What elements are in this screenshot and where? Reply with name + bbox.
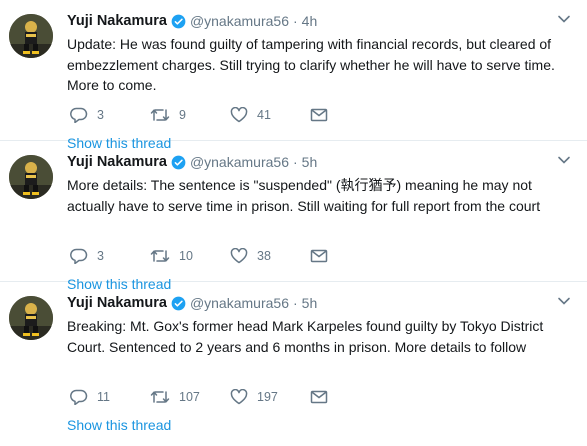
retweet-button[interactable]: 107 — [150, 389, 230, 405]
like-button[interactable]: 197 — [230, 389, 310, 405]
handle[interactable]: @ynakamura56 — [190, 13, 289, 29]
heart-icon — [230, 248, 248, 264]
tweet-actions: 11 107 197 — [70, 387, 340, 407]
reply-count: 11 — [97, 390, 110, 404]
timestamp[interactable]: 4h — [302, 13, 318, 29]
display-name[interactable]: Yuji Nakamura — [67, 13, 167, 29]
handle[interactable]: @ynakamura56 — [190, 295, 289, 311]
display-name[interactable]: Yuji Nakamura — [67, 295, 167, 311]
tweet-header: Yuji Nakamura @ynakamura56 · 5h — [67, 152, 317, 172]
message-button[interactable] — [310, 108, 340, 122]
verified-badge-icon — [171, 155, 186, 170]
envelope-icon — [310, 249, 328, 263]
verified-badge-icon — [171, 296, 186, 311]
reply-icon — [70, 107, 88, 123]
tweet-feed: Yuji Nakamura @ynakamura56 · 4h Update: … — [0, 0, 587, 446]
separator: · — [292, 154, 298, 170]
envelope-icon — [310, 390, 328, 404]
reply-button[interactable]: 11 — [70, 389, 150, 405]
timestamp[interactable]: 5h — [302, 154, 318, 170]
like-count: 197 — [257, 390, 278, 404]
tweet-actions: 3 10 38 — [70, 246, 340, 266]
tweet-header: Yuji Nakamura @ynakamura56 · 5h — [67, 293, 317, 313]
chevron-down-icon[interactable] — [557, 155, 571, 165]
timestamp[interactable]: 5h — [302, 295, 318, 311]
retweet-count: 107 — [179, 390, 200, 404]
separator: · — [292, 295, 298, 311]
retweet-icon — [150, 109, 170, 121]
chevron-down-icon[interactable] — [557, 296, 571, 306]
tweet[interactable]: Yuji Nakamura @ynakamura56 · 5h Breaking… — [0, 282, 587, 446]
like-button[interactable]: 38 — [230, 248, 310, 264]
tweet-text: Breaking: Mt. Gox's former head Mark Kar… — [67, 318, 544, 355]
like-count: 38 — [257, 249, 271, 263]
tweet-text: Update: He was found guilty of tampering… — [67, 36, 555, 93]
handle[interactable]: @ynakamura56 — [190, 154, 289, 170]
separator: · — [292, 13, 298, 29]
tweet-text: More details: The sentence is "suspended… — [67, 177, 541, 214]
tweet[interactable]: Yuji Nakamura @ynakamura56 · 5h More det… — [0, 141, 587, 292]
retweet-count: 9 — [179, 108, 186, 122]
like-button[interactable]: 41 — [230, 107, 310, 123]
tweet[interactable]: Yuji Nakamura @ynakamura56 · 4h Update: … — [0, 0, 587, 151]
retweet-count: 10 — [179, 249, 193, 263]
reply-button[interactable]: 3 — [70, 248, 150, 264]
reply-count: 3 — [97, 108, 104, 122]
heart-icon — [230, 107, 248, 123]
reply-button[interactable]: 3 — [70, 107, 150, 123]
avatar[interactable] — [9, 296, 53, 340]
envelope-icon — [310, 108, 328, 122]
avatar[interactable] — [9, 14, 53, 58]
avatar[interactable] — [9, 155, 53, 199]
message-button[interactable] — [310, 390, 340, 404]
verified-badge-icon — [171, 14, 186, 29]
like-count: 41 — [257, 108, 271, 122]
heart-icon — [230, 389, 248, 405]
retweet-icon — [150, 391, 170, 403]
message-button[interactable] — [310, 249, 340, 263]
retweet-icon — [150, 250, 170, 262]
tweet-header: Yuji Nakamura @ynakamura56 · 4h — [67, 11, 317, 31]
show-thread-link[interactable]: Show this thread — [67, 417, 171, 433]
tweet-actions: 3 9 41 — [70, 105, 340, 125]
reply-icon — [70, 248, 88, 264]
display-name[interactable]: Yuji Nakamura — [67, 154, 167, 170]
reply-count: 3 — [97, 249, 104, 263]
retweet-button[interactable]: 9 — [150, 107, 230, 123]
retweet-button[interactable]: 10 — [150, 248, 230, 264]
reply-icon — [70, 389, 88, 405]
chevron-down-icon[interactable] — [557, 14, 571, 24]
